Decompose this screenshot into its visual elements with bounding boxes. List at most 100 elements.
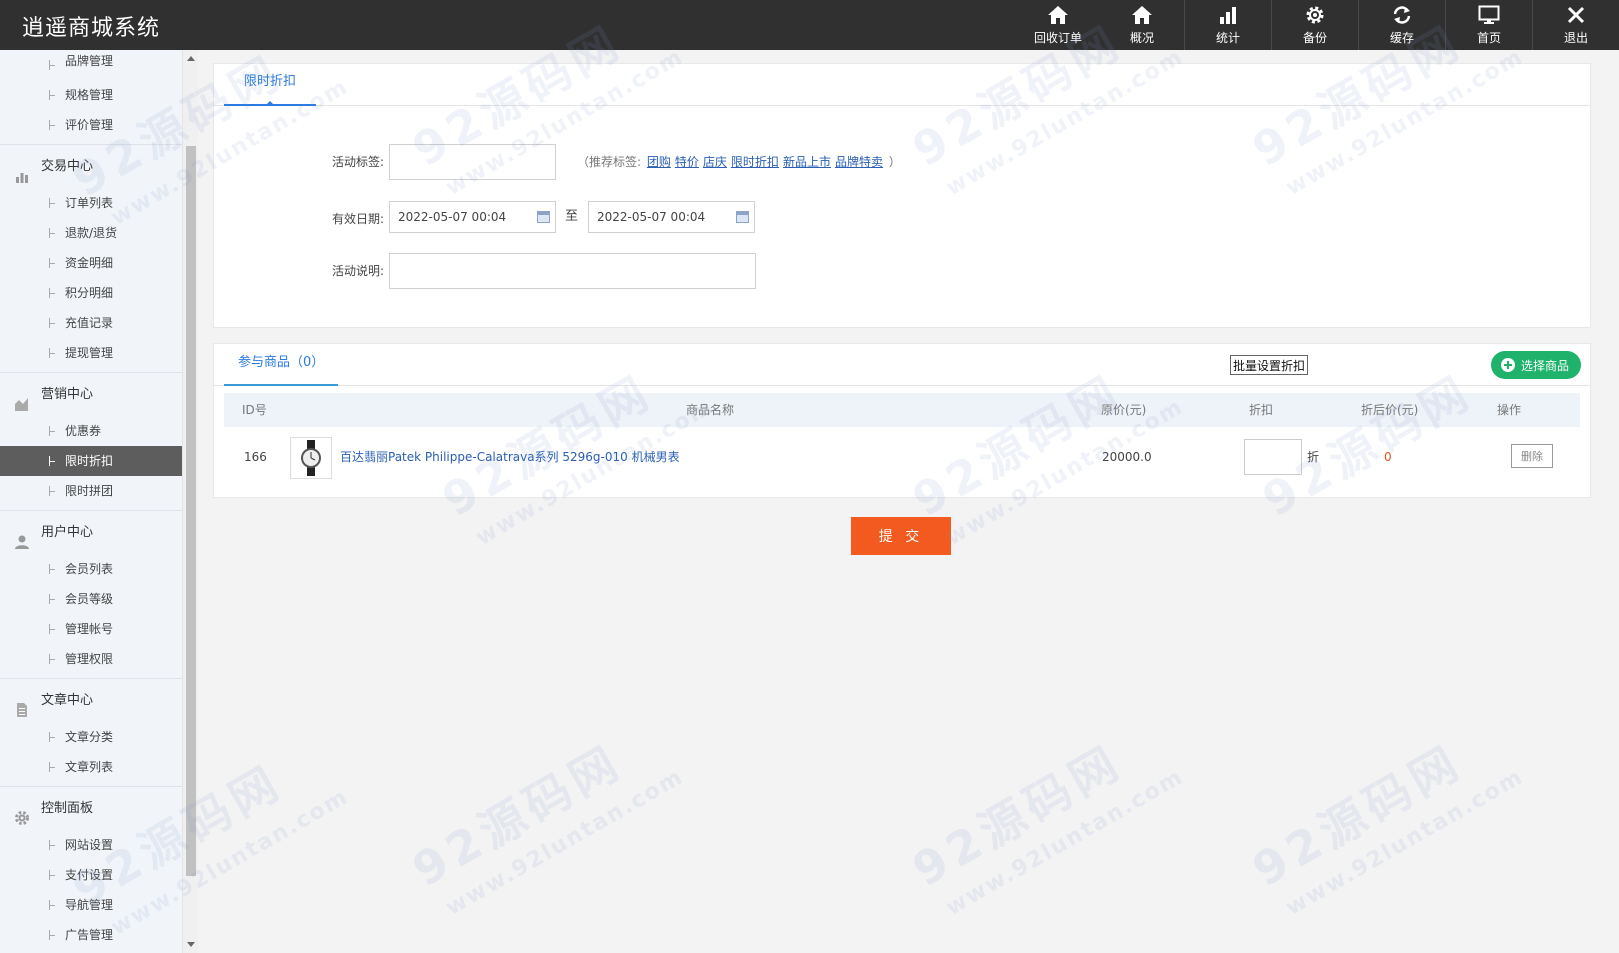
scrollbar-thumb[interactable] — [186, 146, 196, 876]
topnav-statistics[interactable]: 统计 — [1185, 0, 1271, 50]
column-id: ID号 — [242, 403, 267, 417]
column-discount: 折扣 — [1249, 403, 1274, 417]
top-bar: 逍遥商城系统 回收订单 概况 统计 备份 缓存 首页 退出 — [0, 0, 1619, 50]
watch-icon — [301, 440, 321, 476]
date-label: 有效日期: — [331, 212, 384, 226]
sidebar-item-admin-accounts[interactable]: 管理帐号 — [0, 614, 182, 644]
sidebar-item-article-category[interactable]: 文章分类 — [0, 722, 182, 752]
select-goods-label: 选择商品 — [1521, 358, 1570, 373]
topnav-label: 退出 — [1563, 31, 1588, 45]
document-icon — [14, 693, 30, 717]
topnav-logout[interactable]: 退出 — [1533, 0, 1619, 50]
sidebar-item-flash-discount[interactable]: 限时折扣 — [0, 446, 182, 476]
tag-link-special-price[interactable]: 特价 — [675, 155, 699, 169]
tag-link-anniversary[interactable]: 店庆 — [703, 155, 727, 169]
sidebar-group-users[interactable]: 用户中心 — [0, 510, 182, 554]
scroll-up-arrow-icon[interactable] — [187, 56, 195, 61]
sidebar-item-order-list[interactable]: 订单列表 — [0, 188, 182, 218]
description-row: 活动说明: — [214, 253, 1590, 293]
tag-input[interactable] — [389, 144, 556, 180]
sidebar-item-funds[interactable]: 资金明细 — [0, 248, 182, 278]
submit-button[interactable]: 提 交 — [851, 517, 951, 555]
delete-button[interactable]: 删除 — [1511, 444, 1553, 468]
sidebar-item-coupon[interactable]: 优惠券 — [0, 416, 182, 446]
topnav-backup[interactable]: 备份 — [1272, 0, 1358, 50]
sidebar-group-articles[interactable]: 文章中心 — [0, 678, 182, 722]
sidebar-item-ads[interactable]: 广告管理 — [0, 920, 182, 950]
sidebar: 品牌管理 规格管理 评价管理 交易中心 订单列表 退款/退货 资金明细 积分明细… — [0, 50, 184, 953]
sidebar-group-trade[interactable]: 交易中心 — [0, 144, 182, 188]
sidebar-item-withdraw[interactable]: 提现管理 — [0, 338, 182, 368]
tab-flash-discount[interactable]: 限时折扣 — [224, 64, 317, 106]
gear-icon — [14, 801, 30, 825]
sidebar-item-site-settings[interactable]: 网站设置 — [0, 830, 182, 860]
batch-set-discount-button[interactable]: 批量设置折扣 — [1230, 355, 1309, 375]
discount-form-panel: 限时折扣 活动标签: （推荐标签: 团购 特价 店庆 限时折扣 新品上市 品牌特卖 ） 有… — [213, 63, 1591, 328]
tag-link-flash-discount[interactable]: 限时折扣 — [731, 155, 779, 169]
goods-original-price: 20000.0 — [1102, 450, 1152, 464]
tag-link-new-arrival[interactable]: 新品上市 — [783, 155, 831, 169]
goods-tab-bar: 参与商品（0） 批量设置折扣 选择商品 — [214, 344, 1590, 386]
column-name: 商品名称 — [686, 403, 735, 417]
sidebar-item-points[interactable]: 积分明细 — [0, 278, 182, 308]
sidebar-group-marketing[interactable]: 营销中心 — [0, 372, 182, 416]
sidebar-item-group-buy[interactable]: 限时拼团 — [0, 476, 182, 506]
recommended-tags: （推荐标签: 团购 特价 店庆 限时折扣 新品上市 品牌特卖 ） — [577, 144, 901, 180]
calendar-icon[interactable] — [736, 211, 749, 223]
sidebar-item-navigation[interactable]: 导航管理 — [0, 890, 182, 920]
calendar-icon[interactable] — [537, 211, 550, 223]
plus-icon — [1501, 358, 1515, 372]
top-nav: 回收订单 概况 统计 备份 缓存 首页 退出 — [1016, 0, 1619, 50]
sidebar-item-refund[interactable]: 退款/退货 — [0, 218, 182, 248]
tag-row: 活动标签: （推荐标签: 团购 特价 店庆 限时折扣 新品上市 品牌特卖 ） — [214, 144, 1590, 184]
user-icon — [14, 525, 30, 549]
page-scrollbar[interactable] — [1606, 50, 1619, 953]
tab-participating-goods[interactable]: 参与商品（0） — [224, 344, 339, 386]
sidebar-item-recharge[interactable]: 充值记录 — [0, 308, 182, 338]
start-date-picker[interactable] — [389, 201, 556, 233]
tag-label: 活动标签: — [331, 155, 384, 169]
bar-chart-icon — [1218, 4, 1238, 26]
topnav-recycle-orders[interactable]: 回收订单 — [1016, 0, 1100, 50]
app-title: 逍遥商城系统 — [22, 16, 161, 41]
tag-link-brand-sale[interactable]: 品牌特卖 — [835, 155, 883, 169]
select-goods-button[interactable]: 选择商品 — [1491, 351, 1582, 379]
description-label: 活动说明: — [331, 264, 384, 278]
table-row: 166 百达翡丽Patek Philippe-Calatrava系列 5296g… — [224, 427, 1580, 487]
close-icon — [1566, 4, 1586, 26]
sidebar-item-spec[interactable]: 规格管理 — [0, 80, 182, 110]
start-date-input[interactable] — [389, 201, 556, 233]
date-row: 有效日期: 至 — [214, 201, 1590, 241]
topnav-label: 缓存 — [1389, 31, 1414, 45]
sidebar-item-brand[interactable]: 品牌管理 — [0, 50, 182, 80]
tag-link-group-buy[interactable]: 团购 — [647, 155, 671, 169]
watermark-logo: 92源码网 — [1243, 734, 1472, 897]
sidebar-menu: 品牌管理 规格管理 评价管理 交易中心 订单列表 退款/退货 资金明细 积分明细… — [0, 50, 182, 950]
sidebar-item-article-list[interactable]: 文章列表 — [0, 752, 182, 782]
topnav-overview[interactable]: 概况 — [1100, 0, 1184, 50]
description-input[interactable] — [389, 253, 756, 289]
topnav-home[interactable]: 首页 — [1446, 0, 1532, 50]
sidebar-item-permissions[interactable]: 管理权限 — [0, 644, 182, 674]
topnav-cache[interactable]: 缓存 — [1359, 0, 1445, 50]
watermark-logo: 92源码网 — [403, 734, 632, 897]
sidebar-item-members[interactable]: 会员列表 — [0, 554, 182, 584]
home-icon — [1131, 4, 1153, 26]
area-chart-icon — [14, 387, 30, 411]
sidebar-scrollbar[interactable] — [182, 50, 198, 953]
discount-input[interactable] — [1244, 439, 1302, 475]
sidebar-item-payment-settings[interactable]: 支付设置 — [0, 860, 182, 890]
watermark-url: www.92luntan.com — [1281, 764, 1529, 921]
scroll-down-arrow-icon[interactable] — [187, 942, 195, 947]
topnav-label: 首页 — [1476, 31, 1501, 45]
sidebar-group-control-panel[interactable]: 控制面板 — [0, 786, 182, 830]
column-actions: 操作 — [1497, 403, 1522, 417]
sidebar-item-review[interactable]: 评价管理 — [0, 110, 182, 140]
refresh-icon — [1391, 4, 1413, 26]
sidebar-group-label: 控制面板 — [41, 801, 94, 816]
sidebar-item-member-level[interactable]: 会员等级 — [0, 584, 182, 614]
end-date-picker[interactable] — [588, 201, 755, 233]
goods-name-link[interactable]: 百达翡丽Patek Philippe-Calatrava系列 5296g-010… — [340, 427, 680, 487]
monitor-icon — [1478, 4, 1500, 26]
end-date-input[interactable] — [588, 201, 755, 233]
